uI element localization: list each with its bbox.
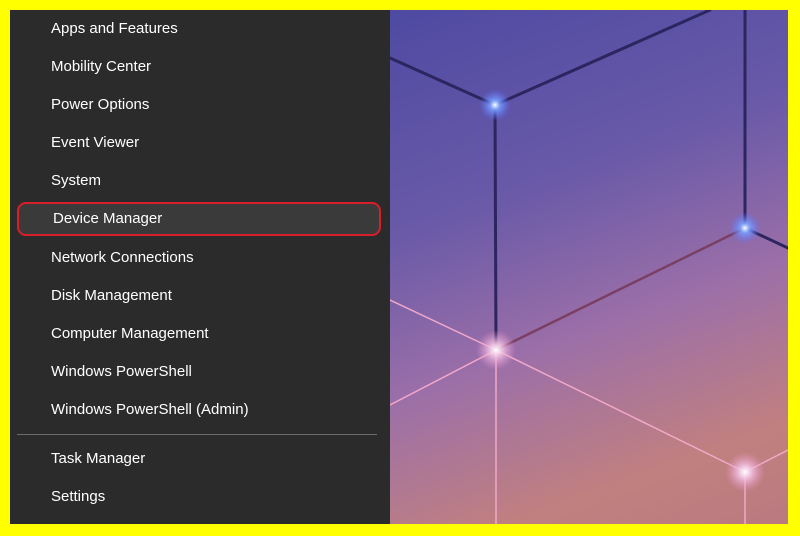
winx-quick-link-menu: Apps and Features Mobility Center Power … [10, 10, 390, 524]
menu-item-event-viewer[interactable]: Event Viewer [10, 126, 390, 160]
menu-item-windows-powershell[interactable]: Windows PowerShell [10, 355, 390, 389]
desktop-wallpaper [390, 10, 788, 524]
menu-item-disk-management[interactable]: Disk Management [10, 279, 390, 313]
menu-item-network-connections[interactable]: Network Connections [10, 241, 390, 275]
wallpaper-graphic [390, 10, 788, 524]
menu-item-settings[interactable]: Settings [10, 480, 390, 514]
menu-divider [17, 434, 377, 435]
menu-item-task-manager[interactable]: Task Manager [10, 442, 390, 476]
menu-item-apps-and-features[interactable]: Apps and Features [10, 12, 390, 46]
screenshot-frame: Apps and Features Mobility Center Power … [10, 10, 788, 524]
menu-item-windows-powershell-admin[interactable]: Windows PowerShell (Admin) [10, 393, 390, 427]
menu-item-computer-management[interactable]: Computer Management [10, 317, 390, 351]
menu-item-system[interactable]: System [10, 164, 390, 198]
menu-item-power-options[interactable]: Power Options [10, 88, 390, 122]
menu-item-device-manager[interactable]: Device Manager [17, 202, 381, 236]
menu-item-mobility-center[interactable]: Mobility Center [10, 50, 390, 84]
